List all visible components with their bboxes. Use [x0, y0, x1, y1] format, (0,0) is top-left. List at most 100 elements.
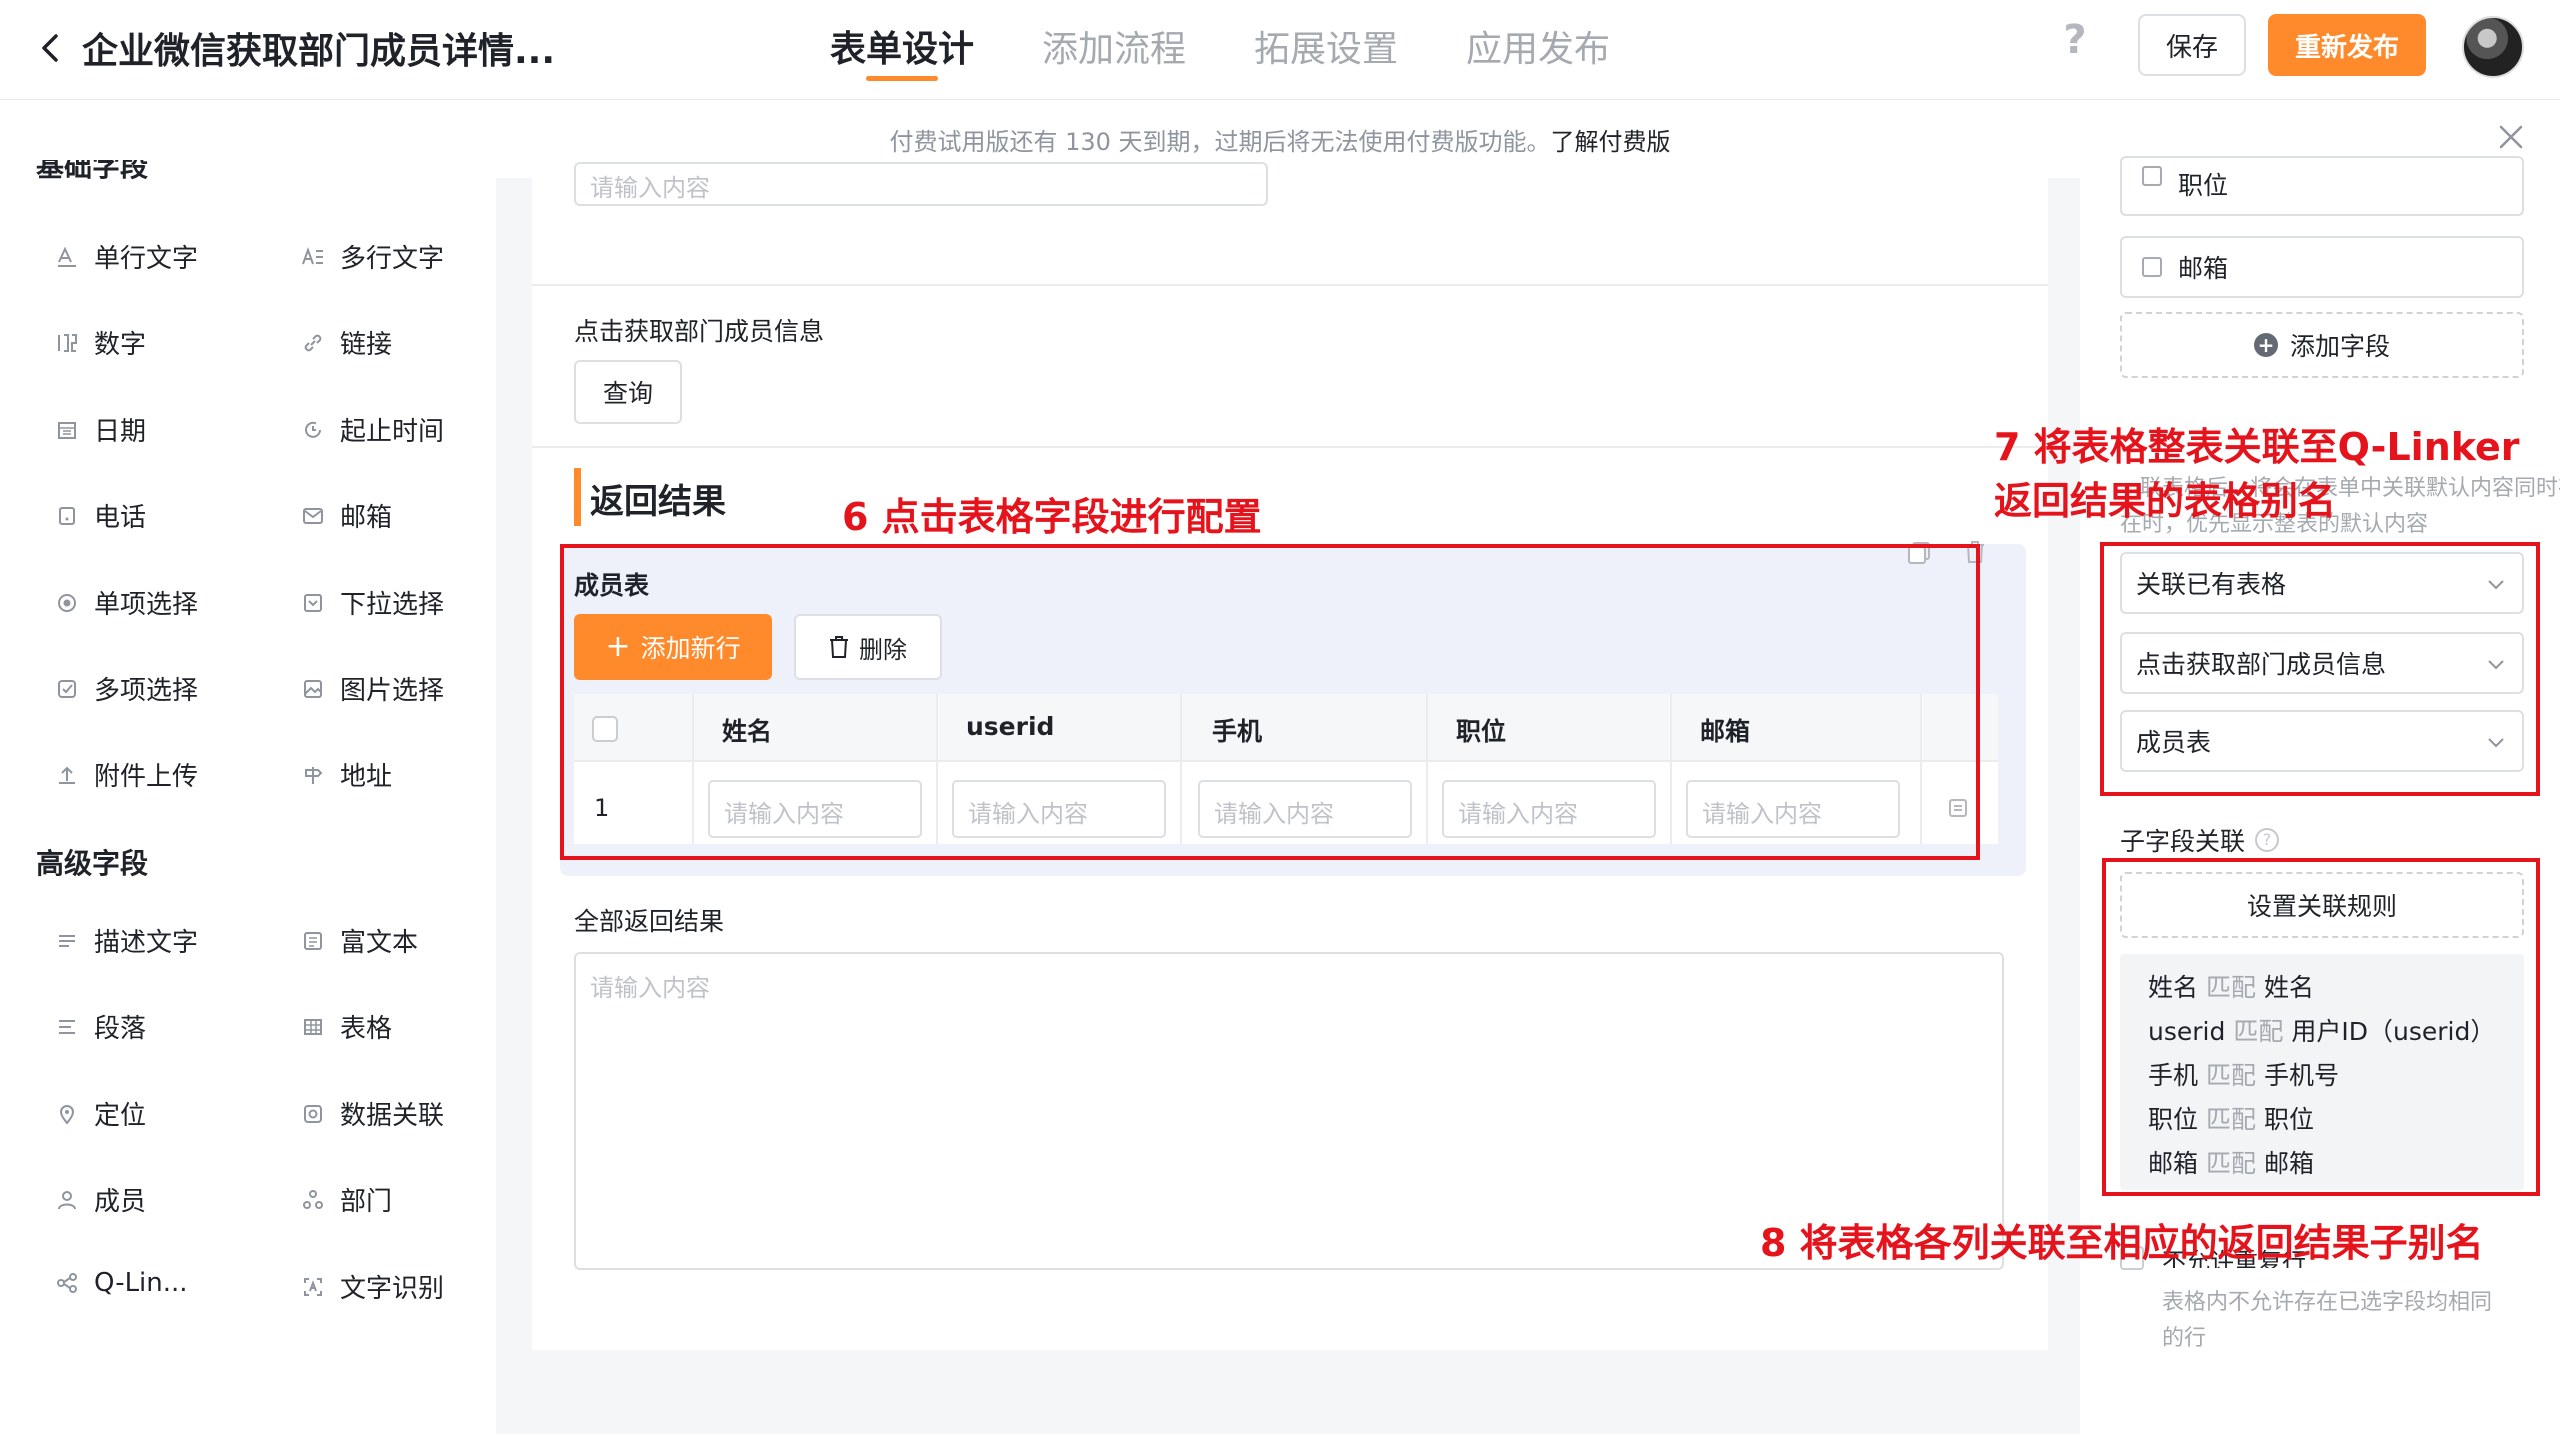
field-chip-label: 职位 [2178, 171, 2229, 200]
back-arrow-icon[interactable] [36, 30, 66, 66]
tab-app-publish[interactable]: 应用发布 [1466, 20, 1610, 80]
radio-icon [56, 592, 78, 614]
field-label: 富文本 [340, 928, 419, 958]
field-type-icon [2142, 257, 2162, 277]
divider [532, 446, 2048, 448]
avatar[interactable] [2462, 16, 2524, 78]
republish-button[interactable]: 重新发布 [2268, 14, 2426, 76]
field-label: 段落 [94, 1014, 147, 1044]
top-header: 企业微信获取部门成员详情... 表单设计 添加流程 拓展设置 应用发布 ? 保存… [0, 0, 2560, 100]
save-button[interactable]: 保存 [2138, 14, 2246, 76]
add-circle-icon: + [2253, 333, 2278, 357]
field-label: 邮箱 [340, 503, 393, 533]
field-label: 文字识别 [340, 1274, 445, 1304]
return-result-title: 返回结果 [590, 482, 726, 522]
dropdown-icon [302, 592, 324, 614]
table-icon [302, 1016, 324, 1038]
field-chip-email[interactable]: 邮箱 [2120, 236, 2524, 298]
field-table[interactable]: 表格 [302, 1008, 392, 1045]
add-field-label: 添加字段 [2289, 332, 2390, 361]
field-data-relation[interactable]: 数据关联 [302, 1095, 444, 1132]
field-q-linker[interactable]: Q-Lin... [56, 1268, 188, 1298]
org-chart-icon [302, 1189, 324, 1211]
field-single-line-text[interactable]: 单行文字 [56, 238, 198, 275]
field-description-text[interactable]: 描述文字 [56, 922, 198, 959]
add-field-button[interactable]: + 添加字段 [2120, 312, 2524, 378]
close-icon[interactable] [2496, 122, 2526, 152]
query-button[interactable]: 查询 [574, 360, 682, 424]
paragraph-icon [56, 1016, 78, 1038]
textarea-placeholder: 请输入内容 [590, 974, 710, 1002]
input-placeholder: 请输入内容 [590, 174, 710, 202]
tab-extension-settings[interactable]: 拓展设置 [1254, 20, 1398, 80]
field-member[interactable]: 成员 [56, 1181, 146, 1218]
mail-icon [302, 505, 324, 527]
multiline-text-icon [302, 246, 324, 268]
notice-text: 付费试用版还有 130 天到期，过期后将无法使用付费版功能。了解付费版 [0, 122, 2560, 157]
field-attachment-upload[interactable]: 附件上传 [56, 756, 198, 793]
field-library-panel [0, 178, 496, 1434]
link-icon [302, 332, 324, 354]
data-relation-icon [302, 1103, 324, 1125]
text-icon [56, 246, 78, 268]
field-label: 图片选择 [340, 676, 445, 706]
field-single-select[interactable]: 单项选择 [56, 584, 198, 621]
app-title: 企业微信获取部门成员详情... [82, 31, 556, 72]
section-accent-bar [574, 468, 581, 526]
field-image-select[interactable]: 图片选择 [302, 670, 444, 707]
field-label: 数据关联 [340, 1101, 445, 1131]
pricing-link[interactable]: 了解付费版 [1551, 128, 1671, 156]
image-icon [302, 678, 324, 700]
clock-icon [302, 419, 324, 441]
help-circle-icon[interactable]: ? [2255, 828, 2280, 852]
field-paragraph[interactable]: 段落 [56, 1008, 146, 1045]
signpost-icon [302, 764, 324, 786]
location-pin-icon [56, 1103, 78, 1125]
tab-add-process[interactable]: 添加流程 [1042, 20, 1186, 80]
field-label: 定位 [94, 1101, 147, 1131]
field-email[interactable]: 邮箱 [302, 497, 392, 534]
field-label: 成员 [94, 1187, 147, 1217]
field-label: 描述文字 [94, 928, 199, 958]
field-label: 起止时间 [340, 417, 445, 447]
share-node-icon [56, 1272, 78, 1294]
field-label: 链接 [340, 330, 393, 360]
basic-fields-title: 基础字段 [36, 160, 149, 183]
field-location[interactable]: 定位 [56, 1095, 146, 1132]
field-link[interactable]: 链接 [302, 324, 392, 361]
field-phone[interactable]: 电话 [56, 497, 146, 534]
tab-form-design[interactable]: 表单设计 [830, 20, 974, 81]
field-chip-position[interactable]: 职位 [2120, 156, 2524, 216]
field-label: 表格 [340, 1014, 393, 1044]
no-duplicate-desc: 的行 [2162, 1326, 2207, 1351]
sub-field-title-text: 子字段关联 [2120, 827, 2246, 856]
field-number[interactable]: 数字 [56, 324, 146, 361]
field-label: 日期 [94, 417, 147, 447]
query-section-label: 点击获取部门成员信息 [574, 317, 825, 346]
field-label: 地址 [340, 762, 393, 792]
field-label: 多项选择 [94, 676, 199, 706]
field-department[interactable]: 部门 [302, 1181, 392, 1218]
field-time-range[interactable]: 起止时间 [302, 411, 444, 448]
field-label: 多行文字 [340, 244, 445, 274]
help-icon[interactable]: ? [2058, 20, 2092, 60]
field-multi-select[interactable]: 多项选择 [56, 670, 198, 707]
annotation-box-table [560, 544, 1980, 860]
field-date[interactable]: 日期 [56, 411, 146, 448]
annotation-box-table-link [2100, 542, 2540, 796]
phone-icon [56, 505, 78, 527]
field-chip-label: 邮箱 [2178, 254, 2229, 283]
rich-text-icon [302, 930, 324, 952]
field-label: 数字 [94, 330, 147, 360]
field-multi-line-text[interactable]: 多行文字 [302, 238, 444, 275]
field-label: 部门 [340, 1187, 393, 1217]
field-label: 单行文字 [94, 244, 199, 274]
field-text-recognition[interactable]: 文字识别 [302, 1268, 444, 1305]
field-rich-text[interactable]: 富文本 [302, 922, 418, 959]
field-address[interactable]: 地址 [302, 756, 392, 793]
field-dropdown[interactable]: 下拉选择 [302, 584, 444, 621]
field-label: 附件上传 [94, 762, 199, 792]
annotation-step-8: 8 将表格各列关联至相应的返回结果子别名 [1760, 1221, 2484, 1265]
top-text-input[interactable]: 请输入内容 [574, 162, 1268, 206]
field-label: 电话 [94, 503, 147, 533]
